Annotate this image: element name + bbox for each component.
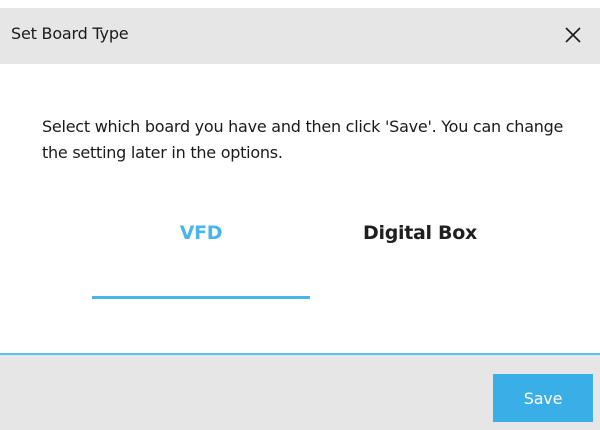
close-icon bbox=[565, 27, 581, 43]
dialog-footer: Save bbox=[0, 355, 600, 430]
save-button[interactable]: Save bbox=[493, 374, 593, 422]
selected-tab-indicator bbox=[92, 296, 310, 299]
set-board-type-dialog: Set Board Type Select which board you ha… bbox=[0, 0, 600, 430]
instruction-text: Select which board you have and then cli… bbox=[42, 117, 564, 162]
close-button[interactable] bbox=[558, 20, 588, 50]
dialog-titlebar: Set Board Type bbox=[0, 8, 600, 64]
dialog-title: Set Board Type bbox=[11, 24, 129, 43]
tab-digital-box[interactable]: Digital Box bbox=[311, 222, 529, 252]
tab-vfd[interactable]: VFD bbox=[92, 222, 310, 252]
